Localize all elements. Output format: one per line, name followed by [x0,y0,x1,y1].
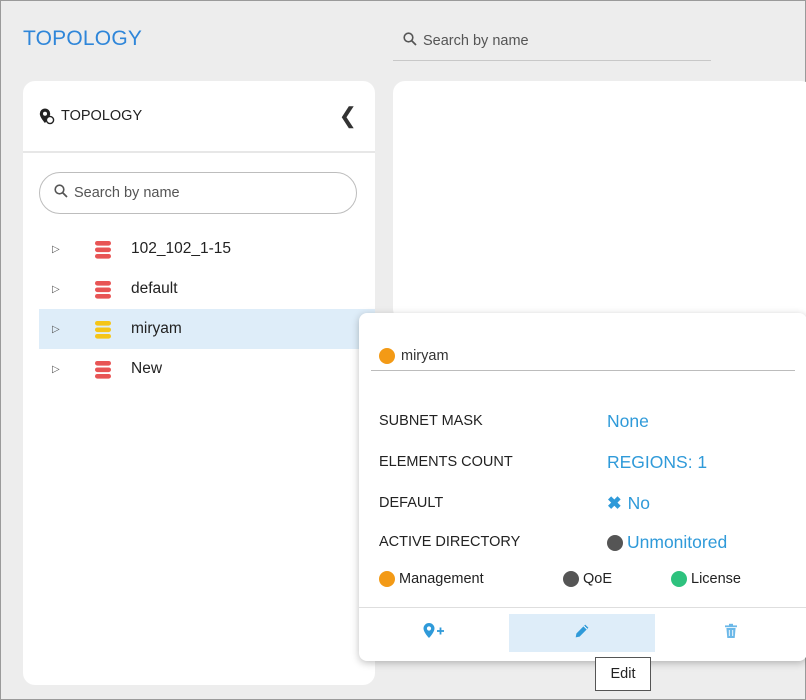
trash-icon [724,623,738,644]
details-popup: miryam SUBNET MASK None ELEMENTS COUNT R… [359,313,806,661]
edit-button[interactable] [509,614,655,652]
property-value[interactable]: Unmonitored [607,532,727,553]
expand-arrow-icon[interactable]: ▷ [52,364,60,375]
database-icon [95,361,111,379]
property-row: ACTIVE DIRECTORY Unmonitored [379,530,799,556]
panel-header: TOPOLOGY ❮ [23,81,375,153]
panel-title: TOPOLOGY [61,108,143,124]
tree-item[interactable]: ▷ default [39,269,375,309]
top-search-placeholder: Search by name [423,32,529,49]
database-icon [95,321,111,339]
status-dot-icon [671,571,687,587]
x-icon: ✖ [607,493,622,513]
tree-item-label: default [131,280,178,297]
status-dot-icon [563,571,579,587]
popup-action-bar [359,607,806,652]
property-value[interactable]: REGIONS: 1 [607,452,707,473]
legend-item-management: Management [379,571,484,587]
app-frame: TOPOLOGY Search by name TOPOLOGY ❮ Searc… [0,0,806,700]
edit-tooltip: Edit [595,657,651,691]
property-row: ELEMENTS COUNT REGIONS: 1 [379,450,799,476]
delete-button[interactable] [655,614,806,652]
topology-panel: TOPOLOGY ❮ Search by name ▷ 102_102_1-15… [23,81,375,685]
legend-item-qoe: QoE [563,571,612,587]
property-row: SUBNET MASK None [379,409,799,435]
pin-plus-icon [422,622,446,645]
search-icon [54,184,68,202]
map-area[interactable] [393,81,806,321]
property-key: DEFAULT [379,495,444,511]
popup-title: miryam [401,347,449,364]
active-directory-value: Unmonitored [627,532,728,552]
top-search-input[interactable]: Search by name [393,21,711,61]
tree-item[interactable]: ▷ New [39,349,375,389]
search-icon [403,31,417,50]
tree-search-placeholder: Search by name [74,185,180,201]
expand-arrow-icon[interactable]: ▷ [52,244,60,255]
subnet-mask-value: None [607,411,649,431]
legend-label: Management [399,571,484,587]
collapse-panel-icon[interactable]: ❮ [339,105,357,127]
expand-arrow-icon[interactable]: ▷ [52,324,60,335]
legend-label: QoE [583,571,613,587]
default-value: No [627,493,651,513]
database-icon [95,241,111,259]
topology-tree: ▷ 102_102_1-15 ▷ default ▷ miryam ▷ New [39,229,375,389]
status-dot-icon [379,571,395,587]
status-dot-icon [607,534,623,551]
status-legend: Management QoE License [379,571,799,595]
property-value[interactable]: None [607,411,649,432]
property-value[interactable]: ✖ No [607,493,650,514]
status-dot-icon [379,347,395,364]
legend-item-license: License [671,571,741,587]
tree-item-label: New [131,360,163,377]
pencil-icon [574,623,590,644]
legend-label: License [691,571,741,587]
page-title: TOPOLOGY [23,27,143,50]
tree-item-label: miryam [131,320,182,337]
tree-item-label: 102_102_1-15 [131,240,231,257]
elements-count-value: REGIONS: 1 [607,452,708,472]
property-row: DEFAULT ✖ No [379,491,799,517]
popup-header: miryam [371,341,795,371]
tree-item-selected[interactable]: ▷ miryam [39,309,375,349]
tree-search-input[interactable]: Search by name [39,172,357,214]
database-icon [95,281,111,299]
tree-item[interactable]: ▷ 102_102_1-15 [39,229,375,269]
property-key: ACTIVE DIRECTORY [379,534,521,550]
property-key: ELEMENTS COUNT [379,454,513,470]
add-location-button[interactable] [359,614,509,652]
property-key: SUBNET MASK [379,413,483,429]
expand-arrow-icon[interactable]: ▷ [52,284,60,295]
topology-pin-icon [37,107,55,125]
